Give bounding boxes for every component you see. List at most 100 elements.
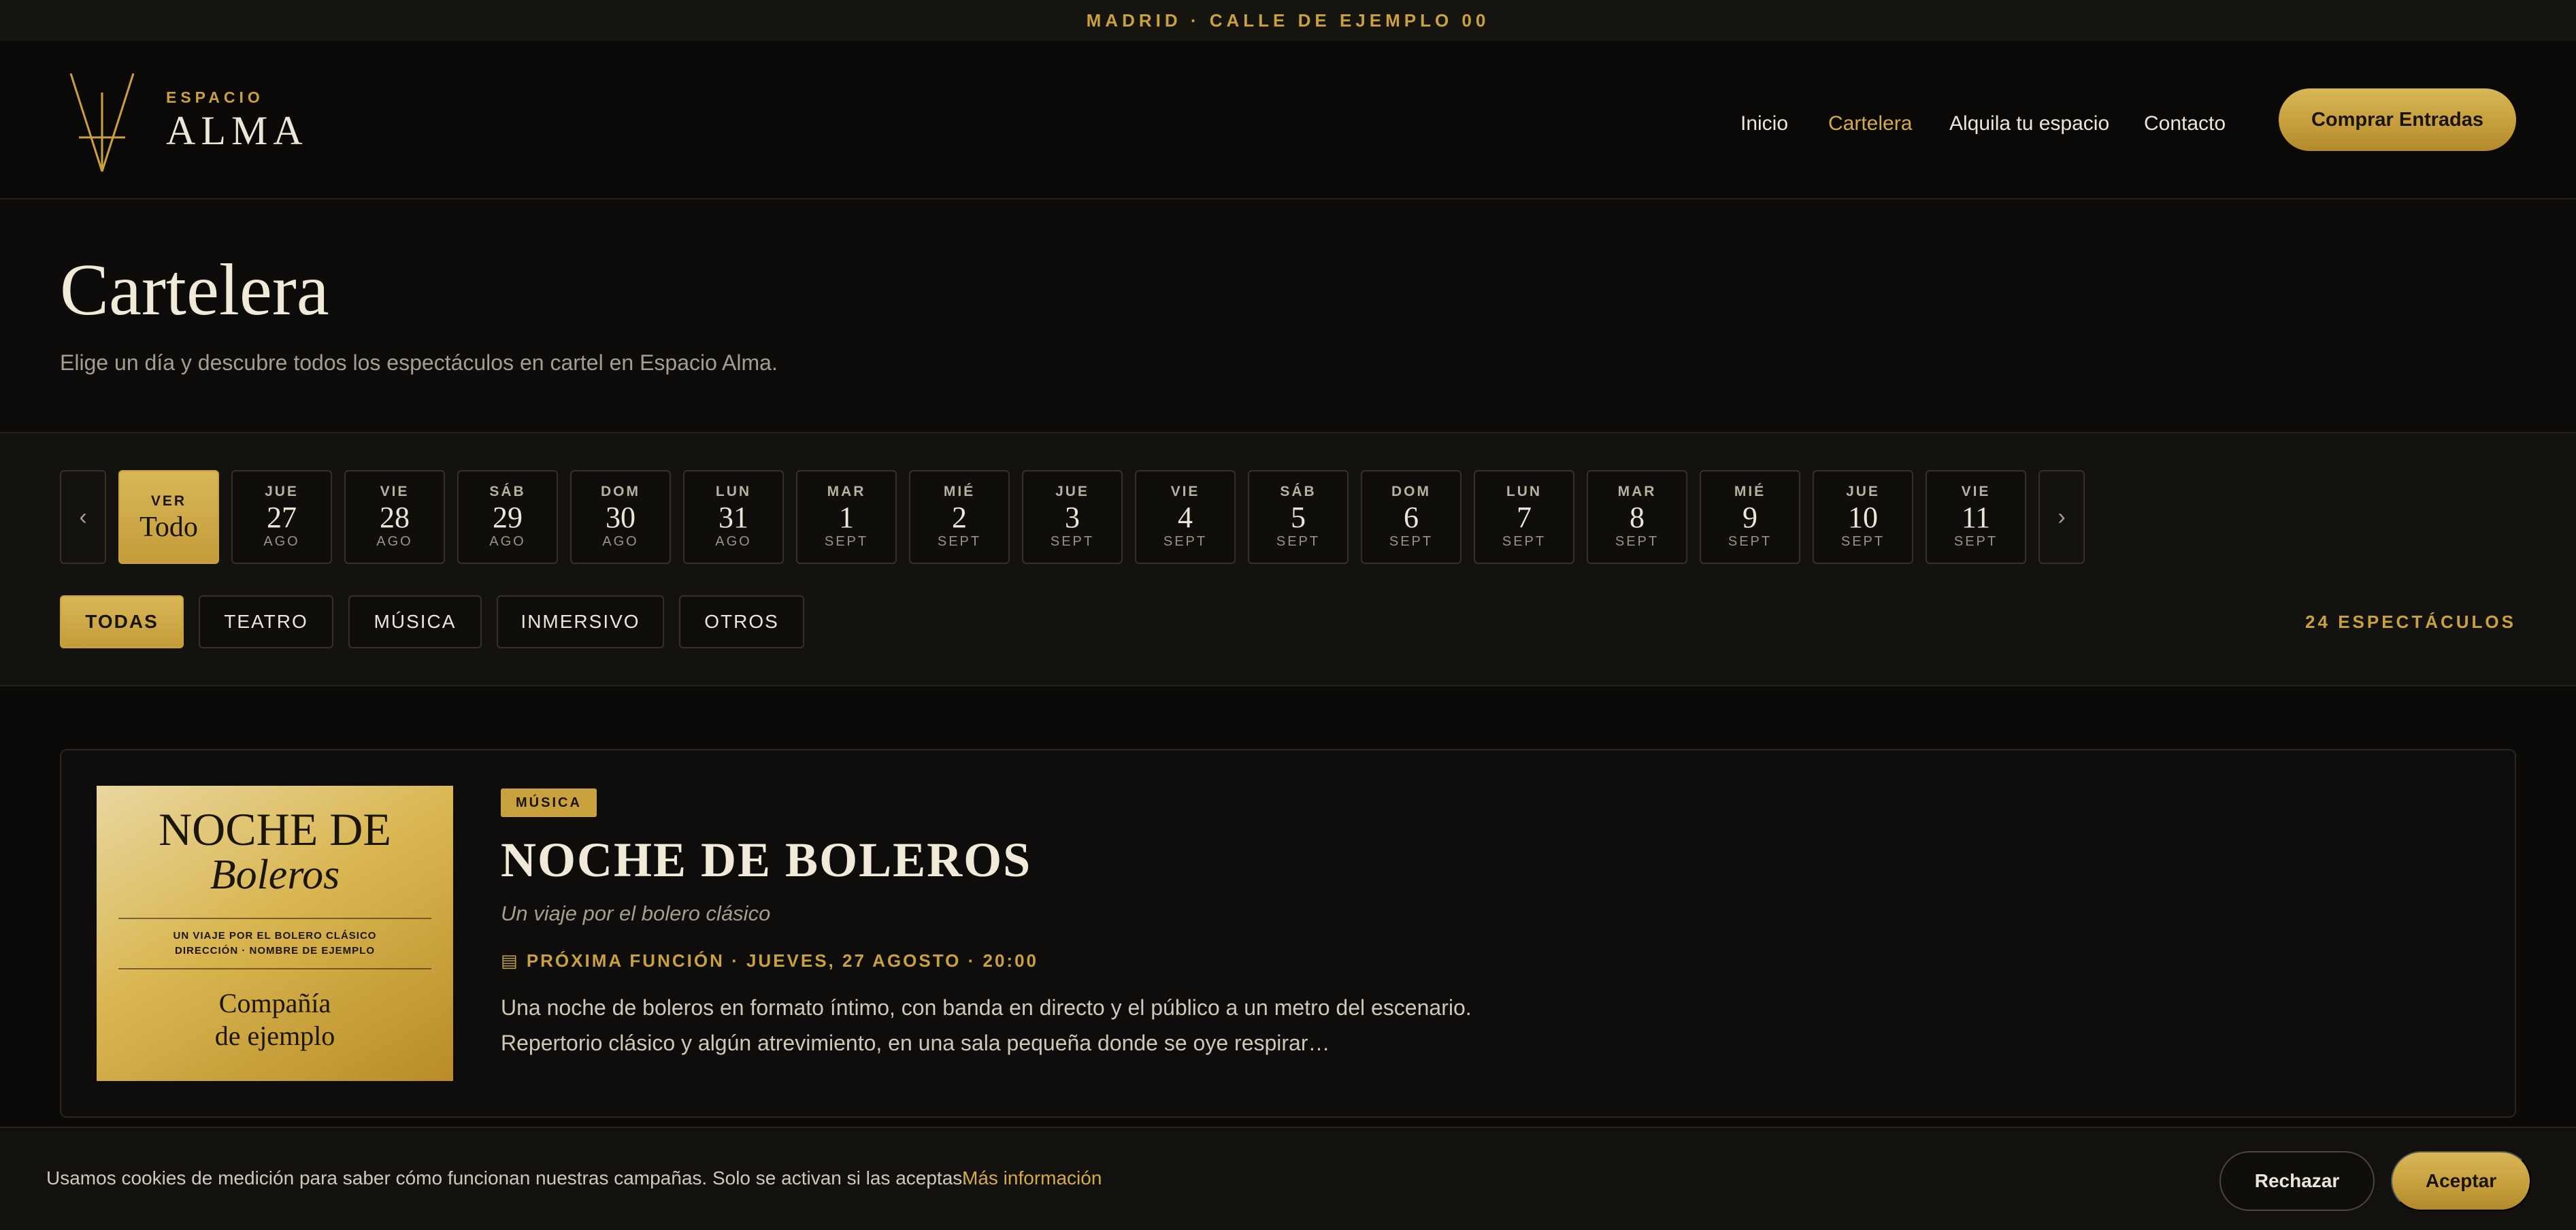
category-teatro[interactable]: TEATRO bbox=[199, 595, 333, 648]
poster-line2: Boleros bbox=[210, 852, 340, 898]
date-weekday: JUE bbox=[1055, 484, 1089, 499]
date-number: 27 bbox=[267, 501, 297, 534]
date-month: AGO bbox=[489, 534, 526, 549]
date-month: SEPT bbox=[1615, 534, 1659, 549]
date-number: 29 bbox=[493, 501, 523, 534]
nav-link-cartelera[interactable]: Cartelera bbox=[1828, 103, 1912, 144]
date-weekday: VIE bbox=[1961, 484, 1991, 499]
date-button[interactable]: JUE 10 SEPT bbox=[1813, 470, 1913, 564]
chevron-left-icon: ‹ bbox=[79, 503, 87, 530]
date-number: 3 bbox=[1065, 501, 1080, 534]
buy-tickets-button[interactable]: Comprar Entradas bbox=[2279, 88, 2516, 151]
date-month: AGO bbox=[376, 534, 413, 549]
next-performance-text: PRÓXIMA FUNCIÓN · JUEVES, 27 AGOSTO · 20… bbox=[526, 950, 1038, 971]
date-month: SEPT bbox=[1276, 534, 1321, 549]
show-title[interactable]: NOCHE DE BOLEROS bbox=[501, 832, 1031, 888]
poster-small2: DIRECCIÓN · NOMBRE DE EJEMPLO bbox=[174, 945, 376, 957]
nav-link-contacto[interactable]: Contacto bbox=[2144, 103, 2226, 144]
category-musica[interactable]: MÚSICA bbox=[348, 595, 482, 648]
cookie-banner: Usamos cookies de medición para saber có… bbox=[0, 1127, 2576, 1230]
date-button[interactable]: JUE 27 AGO bbox=[231, 470, 332, 564]
date-weekday: MIÉ bbox=[1734, 484, 1766, 499]
date-button[interactable]: DOM 30 AGO bbox=[570, 470, 671, 564]
date-weekday: MIÉ bbox=[943, 484, 976, 499]
logo-mark-icon[interactable] bbox=[67, 72, 137, 174]
show-category-badge: MÚSICA bbox=[501, 788, 597, 817]
date-button[interactable]: SÁB 29 AGO bbox=[457, 470, 558, 564]
category-inmersivo[interactable]: INMERSIVO bbox=[497, 595, 664, 648]
next-performance: ▤ PRÓXIMA FUNCIÓN · JUEVES, 27 AGOSTO · … bbox=[501, 950, 1038, 971]
cookie-reject-button[interactable]: Rechazar bbox=[2219, 1151, 2375, 1211]
dates-prev-button[interactable]: ‹ bbox=[60, 470, 106, 564]
date-month: SEPT bbox=[1502, 534, 1547, 549]
date-number: 10 bbox=[1848, 501, 1878, 534]
show-poster[interactable]: NOCHE DE Boleros UN VIAJE POR EL BOLERO … bbox=[97, 786, 453, 1081]
date-weekday: LUN bbox=[1506, 484, 1542, 499]
date-number: 2 bbox=[952, 501, 967, 534]
date-button[interactable]: LUN 31 AGO bbox=[683, 470, 784, 564]
date-month: SEPT bbox=[1163, 534, 1208, 549]
top-address-bar: MADRID · CALLE DE EJEMPLO 00 bbox=[0, 0, 2576, 41]
date-number: 28 bbox=[380, 501, 410, 534]
date-weekday: VIE bbox=[380, 484, 410, 499]
date-weekday: DOM bbox=[1391, 484, 1431, 499]
date-button[interactable]: VIE 28 AGO bbox=[344, 470, 445, 564]
poster-company: Compañía de ejemplo bbox=[97, 987, 453, 1052]
show-subtitle: Un viaje por el bolero clásico bbox=[501, 901, 771, 925]
date-number: 31 bbox=[719, 501, 748, 534]
date-weekday: MAR bbox=[827, 484, 866, 499]
date-number: 1 bbox=[839, 501, 854, 534]
nav-link-alquila[interactable]: Alquila tu espacio bbox=[1949, 103, 2109, 144]
date-month: SEPT bbox=[824, 534, 869, 549]
date-weekday: JUE bbox=[265, 484, 299, 499]
date-all-button[interactable]: VER Todo bbox=[118, 470, 219, 564]
show-card[interactable]: NOCHE DE Boleros UN VIAJE POR EL BOLERO … bbox=[60, 749, 2516, 1118]
date-month: SEPT bbox=[1050, 534, 1095, 549]
filters-section: ‹ VER Todo JUE 27 AGO VIE 28 AGO SÁB 29 AGO DOM 30… bbox=[0, 433, 2576, 686]
date-number: 9 bbox=[1743, 501, 1757, 534]
logo-kicker[interactable]: ESPACIO bbox=[166, 88, 264, 107]
date-button[interactable]: LUN 7 SEPT bbox=[1474, 470, 1574, 564]
dates-next-button[interactable]: › bbox=[2038, 470, 2085, 564]
date-button[interactable]: DOM 6 SEPT bbox=[1361, 470, 1462, 564]
date-button[interactable]: MIÉ 9 SEPT bbox=[1700, 470, 1800, 564]
page-subtitle: Elige un día y descubre todos los espect… bbox=[60, 350, 778, 375]
date-button[interactable]: VIE 4 SEPT bbox=[1135, 470, 1236, 564]
date-number: 30 bbox=[606, 501, 635, 534]
date-button[interactable]: SÁB 5 SEPT bbox=[1248, 470, 1349, 564]
date-button[interactable]: VIE 11 SEPT bbox=[1926, 470, 2026, 564]
poster-company2: de ejemplo bbox=[214, 1020, 335, 1051]
cookie-more-info-link[interactable]: Más información bbox=[962, 1167, 1102, 1189]
category-todas[interactable]: TODAS bbox=[60, 595, 184, 648]
date-month: SEPT bbox=[1953, 534, 1998, 549]
date-month: SEPT bbox=[1840, 534, 1885, 549]
date-number: 5 bbox=[1291, 501, 1306, 534]
site-header: ESPACIO ALMA Inicio Cartelera Alquila tu… bbox=[0, 41, 2576, 199]
logo-name[interactable]: ALMA bbox=[166, 107, 308, 154]
poster-line1: NOCHE DE bbox=[159, 803, 391, 855]
poster-rule-bottom bbox=[118, 968, 431, 969]
date-weekday: LUN bbox=[715, 484, 752, 499]
calendar-icon: ▤ bbox=[501, 950, 520, 971]
date-weekday: MAR bbox=[1617, 484, 1657, 499]
show-description: Una noche de boleros en formato íntimo, … bbox=[501, 995, 1472, 1055]
date-month: SEPT bbox=[1728, 534, 1772, 549]
nav-link-inicio[interactable]: Inicio bbox=[1740, 103, 1788, 144]
poster-company1: Compañía bbox=[218, 988, 331, 1018]
date-weekday: SÁB bbox=[1280, 484, 1317, 499]
category-otros[interactable]: OTROS bbox=[679, 595, 804, 648]
chevron-right-icon: › bbox=[2058, 503, 2066, 530]
date-weekday: VIE bbox=[1170, 484, 1200, 499]
date-number: 4 bbox=[1178, 501, 1193, 534]
date-number: 7 bbox=[1517, 501, 1532, 534]
address-text: MADRID · CALLE DE EJEMPLO 00 bbox=[1086, 10, 1490, 31]
date-button[interactable]: MAR 8 SEPT bbox=[1587, 470, 1687, 564]
date-weekday: JUE bbox=[1846, 484, 1880, 499]
date-month: AGO bbox=[715, 534, 752, 549]
date-button[interactable]: JUE 3 SEPT bbox=[1022, 470, 1123, 564]
date-button[interactable]: MIÉ 2 SEPT bbox=[909, 470, 1010, 564]
date-button[interactable]: MAR 1 SEPT bbox=[796, 470, 897, 564]
date-number: 6 bbox=[1404, 501, 1419, 534]
cookie-accept-button[interactable]: Aceptar bbox=[2391, 1151, 2531, 1211]
date-weekday: SÁB bbox=[489, 484, 526, 499]
